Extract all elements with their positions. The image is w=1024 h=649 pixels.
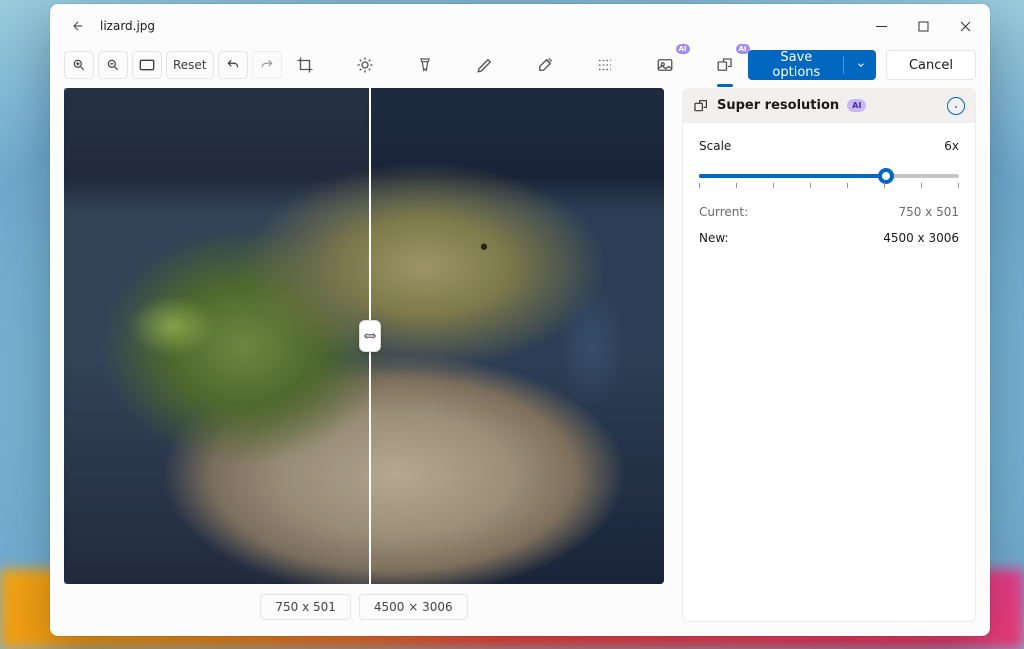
panel-header: Super resolution AI xyxy=(683,89,975,123)
info-button[interactable] xyxy=(947,97,965,115)
save-options-button[interactable]: Save options xyxy=(748,50,876,80)
scale-slider[interactable] xyxy=(699,165,959,193)
new-label: New: xyxy=(699,231,729,245)
info-icon xyxy=(951,101,961,111)
ai-badge: AI xyxy=(736,44,750,54)
super-resolution-tool[interactable]: AI xyxy=(708,48,742,82)
zoom-out-icon xyxy=(106,58,120,72)
zoom-group: Reset xyxy=(64,51,282,79)
zoom-in-button[interactable] xyxy=(64,51,94,79)
panel-body: Scale 6x Current: 750 x 501 New: xyxy=(683,123,975,261)
filter-icon xyxy=(417,56,433,74)
pen-icon xyxy=(476,56,494,74)
slider-thumb[interactable] xyxy=(878,168,894,184)
slider-fill xyxy=(699,174,886,178)
swap-icon xyxy=(363,329,377,343)
slider-ticks xyxy=(699,183,959,188)
scale-row: Scale 6x xyxy=(699,139,959,153)
current-label: Current: xyxy=(699,205,748,219)
ai-styles-tool[interactable]: AI xyxy=(648,48,682,82)
redo-button[interactable] xyxy=(252,51,282,79)
main-area: 750 x 501 4500 × 3006 Super resolution A… xyxy=(50,88,990,636)
new-value: 4500 x 3006 xyxy=(883,231,959,245)
maximize-icon xyxy=(918,21,929,32)
tool-tabs: AI AI xyxy=(288,48,742,82)
adjust-icon xyxy=(356,56,374,74)
erase-tool[interactable] xyxy=(528,48,562,82)
titlebar: lizard.jpg xyxy=(50,4,990,48)
panel-title: Super resolution xyxy=(717,98,839,113)
toolbar: Reset xyxy=(50,48,990,88)
compare-handle[interactable] xyxy=(359,320,381,352)
undo-button[interactable] xyxy=(218,51,248,79)
before-dimensions: 750 x 501 xyxy=(260,594,351,620)
current-value: 750 x 501 xyxy=(898,205,959,219)
reset-button[interactable]: Reset xyxy=(166,51,214,79)
fit-button[interactable] xyxy=(132,51,162,79)
scale-value: 6x xyxy=(944,139,959,153)
back-button[interactable] xyxy=(64,12,92,40)
current-row: Current: 750 x 501 xyxy=(699,205,959,219)
preview-canvas[interactable] xyxy=(64,88,664,584)
close-icon xyxy=(960,21,971,32)
markup-tool[interactable] xyxy=(468,48,502,82)
sparkle-eraser-icon xyxy=(536,56,554,74)
filter-tool[interactable] xyxy=(408,48,442,82)
dimension-row: 750 x 501 4500 × 3006 xyxy=(64,584,664,622)
redo-icon xyxy=(260,58,274,72)
fit-icon xyxy=(139,58,155,72)
crop-tool[interactable] xyxy=(288,48,322,82)
image-ai-icon xyxy=(656,56,674,74)
save-label: Save options xyxy=(762,50,832,80)
undo-icon xyxy=(226,58,240,72)
ai-badge: AI xyxy=(676,44,690,54)
blur-tool[interactable] xyxy=(588,48,622,82)
maximize-button[interactable] xyxy=(902,11,944,41)
minimize-icon xyxy=(876,21,887,32)
before-region xyxy=(64,88,370,584)
zoom-in-icon xyxy=(72,58,86,72)
chevron-down-icon xyxy=(856,59,866,71)
arrow-left-icon xyxy=(71,19,85,33)
zoom-out-button[interactable] xyxy=(98,51,128,79)
photos-editor-window: lizard.jpg Reset xyxy=(50,4,990,636)
blur-icon xyxy=(596,56,614,74)
split-separator xyxy=(843,56,844,74)
ai-badge: AI xyxy=(847,99,866,112)
adjust-tool[interactable] xyxy=(348,48,382,82)
crop-icon xyxy=(296,56,314,74)
enlarge-icon xyxy=(693,98,709,114)
after-dimensions: 4500 × 3006 xyxy=(359,594,468,620)
super-resolution-panel: Super resolution AI Scale 6x xyxy=(682,88,976,622)
file-name: lizard.jpg xyxy=(100,19,155,33)
cancel-button[interactable]: Cancel xyxy=(886,50,976,80)
minimize-button[interactable] xyxy=(860,11,902,41)
new-row: New: 4500 x 3006 xyxy=(699,231,959,245)
enlarge-icon xyxy=(716,56,734,74)
canvas-column: 750 x 501 4500 × 3006 xyxy=(64,88,664,622)
close-button[interactable] xyxy=(944,11,986,41)
scale-label: Scale xyxy=(699,139,731,153)
toolbar-actions: Save options Cancel xyxy=(748,50,976,80)
